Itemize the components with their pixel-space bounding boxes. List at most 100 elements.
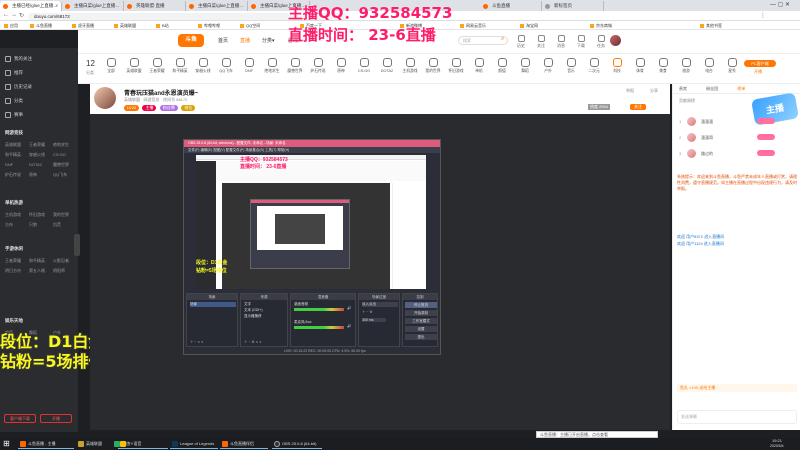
transition-add-icon[interactable]: ＋ − ⚙: [362, 310, 373, 315]
browser-tab[interactable]: 主播已经/glue上直播… ×: [0, 1, 62, 11]
taskbar-item[interactable]: OBS 25.0.8 (64-bit): [272, 439, 322, 449]
sidebar-category-link[interactable]: 和平精英: [29, 258, 45, 264]
sidebar-category-link[interactable]: 第五人格: [29, 268, 45, 274]
sidebar-item-recommend[interactable]: 推荐: [5, 70, 23, 76]
dock-toolbar-icon[interactable]: ＋ − ∧ ∨: [190, 340, 204, 345]
start-icon[interactable]: ⊞: [3, 439, 10, 448]
category-item[interactable]: 旅游: [675, 58, 697, 74]
sidebar-category-link[interactable]: 只狼: [29, 222, 37, 228]
search-icon[interactable]: ⌕: [501, 36, 504, 43]
rank-row[interactable]: 3 路过的: [679, 148, 795, 160]
sidebar-item-events[interactable]: 赛事: [5, 112, 23, 118]
sidebar-item-history[interactable]: 历史记录: [5, 84, 32, 90]
start-record-button[interactable]: 开始录制: [405, 310, 437, 316]
speaker-icon[interactable]: 🔊: [347, 324, 351, 328]
download-icon[interactable]: 下载: [571, 35, 591, 49]
taskbar-item[interactable]: 斗鱼直播伴侣: [220, 439, 268, 449]
speaker-icon[interactable]: 🔊: [347, 306, 351, 310]
category-item[interactable]: 王者荣耀: [146, 58, 168, 74]
source-item[interactable]: 显示器捕获: [244, 314, 262, 319]
douyu-logo[interactable]: 斗鱼: [178, 34, 204, 47]
back-icon[interactable]: ←: [3, 12, 9, 18]
sidebar-category-link[interactable]: 王者荣耀: [5, 258, 21, 264]
rank-row[interactable]: 1 溜溜溜: [679, 116, 795, 128]
chat-input[interactable]: 发送弹幕: [677, 410, 797, 424]
browser-tab[interactable]: 英雄联盟·直播: [124, 1, 186, 11]
window-controls-icon[interactable]: — ▢ ✕: [770, 1, 790, 8]
client-download-button[interactable]: 客户端下载: [4, 414, 36, 423]
nav-home[interactable]: 首页: [218, 37, 228, 44]
category-item[interactable]: 魔兽世界: [284, 58, 306, 74]
reload-icon[interactable]: ↻: [19, 12, 24, 19]
nav-live[interactable]: 直播: [240, 37, 250, 44]
category-item[interactable]: 全部: [100, 58, 122, 74]
category-item[interactable]: DNF: [238, 58, 260, 73]
sidebar-category-link[interactable]: QQ飞车: [53, 172, 67, 178]
sidebar-category-link[interactable]: 主机游戏: [5, 212, 21, 218]
sidebar-category-link[interactable]: 方舟: [5, 222, 13, 228]
category-item[interactable]: 星秀: [721, 58, 743, 74]
sidebar-category-link[interactable]: 阴阳师: [53, 268, 65, 274]
follow-button[interactable]: 关注: [630, 104, 646, 110]
sidebar-category-link[interactable]: 火影忍者: [53, 258, 69, 264]
category-item[interactable]: 科技: [606, 58, 628, 74]
category-item[interactable]: QQ飞车: [215, 58, 237, 74]
taskbar-item[interactable]: 斗鱼直播 - 主播: [18, 439, 74, 449]
taskbar-item[interactable]: League of Legends: [170, 439, 218, 449]
streamer-avatar[interactable]: [94, 87, 116, 109]
avatar[interactable]: [610, 35, 621, 46]
bookmark[interactable]: 京东商城: [590, 22, 612, 29]
category-item[interactable]: 穿越火线: [192, 58, 214, 74]
transition-select[interactable]: 淡入淡出: [362, 302, 398, 307]
category-item[interactable]: 音乐: [560, 58, 582, 74]
category-item[interactable]: 体育: [629, 58, 651, 74]
notification-popup[interactable]: 斗鱼直播：主播已开启直播，点击查看: [536, 431, 658, 438]
sidebar-category-link[interactable]: 怀旧游戏: [29, 212, 45, 218]
settings-button[interactable]: 设置: [405, 326, 437, 332]
bookmark[interactable]: 淘宝网: [520, 22, 538, 29]
category-item[interactable]: 美食: [652, 58, 674, 74]
category-item[interactable]: DOTA2: [376, 58, 398, 73]
category-item[interactable]: 怀旧游戏: [445, 58, 467, 74]
extensions-icon[interactable]: ⋮: [760, 12, 766, 19]
history-icon[interactable]: 历史: [511, 35, 531, 49]
source-item[interactable]: 文字: [244, 302, 251, 307]
browser-tab[interactable]: 主播白菜/glue上直播…: [186, 1, 248, 11]
rank-row[interactable]: 2 溜溜哥: [679, 132, 795, 144]
browser-tab[interactable]: 主播白菜/glue上直播…: [62, 1, 124, 11]
taskbar-item[interactable]: YY语音: [118, 439, 168, 449]
dock-toolbar-icon[interactable]: ＋ − ⚙ ∧ ∨: [244, 340, 262, 345]
bookmark[interactable]: 网易云音乐: [460, 22, 486, 29]
category-item[interactable]: 主机游戏: [399, 58, 421, 74]
sidebar-category-link[interactable]: 绝地求生: [53, 142, 69, 148]
gift-bar[interactable]: 鱼丸 ×100 送给主播: [677, 384, 797, 392]
sidebar-category-link[interactable]: CS:GO: [53, 152, 66, 157]
transition-duration-input[interactable]: 300 ms: [362, 318, 386, 322]
tab-rank[interactable]: 榜单: [737, 86, 745, 91]
sidebar-category-link[interactable]: 原神: [29, 172, 37, 178]
nav-category[interactable]: 分类▾: [262, 37, 275, 44]
bookmark[interactable]: B站: [156, 22, 169, 29]
category-item[interactable]: 单机: [468, 58, 490, 74]
category-item[interactable]: 绝地求生: [261, 58, 283, 74]
obs-menu-bar[interactable]: 文件(F) 编辑(E) 视图(V) 配置文件(P) 场景集合(S) 工具(T) …: [184, 147, 440, 153]
bookmark[interactable]: 虎牙直播: [72, 22, 94, 29]
sidebar-item-category[interactable]: 分类: [5, 98, 23, 104]
source-item[interactable]: 文本 (GDI+): [244, 308, 263, 313]
taskbar-item[interactable]: 英雄联盟: [76, 439, 110, 449]
pc-download-button[interactable]: PC客户端: [744, 60, 776, 67]
category-item[interactable]: 炉石传说: [307, 58, 329, 74]
bookmark[interactable]: 哔哩哔哩: [198, 22, 220, 29]
sidebar-category-link[interactable]: DNF: [5, 162, 13, 167]
sidebar-category-link[interactable]: 饥荒: [53, 222, 61, 228]
report-link[interactable]: 举报: [626, 88, 634, 94]
message-icon[interactable]: 消息: [551, 35, 571, 49]
category-item[interactable]: 我的世界: [422, 58, 444, 74]
video-player[interactable]: OBS 25.0.8 (64-bit, windows) - 配置文件: 未命名…: [90, 114, 670, 430]
sidebar-category-link[interactable]: 明日方舟: [5, 268, 21, 274]
category-item[interactable]: 电台: [698, 58, 720, 74]
category-item[interactable]: 和平精英: [169, 58, 191, 74]
scene-item[interactable]: 场景: [190, 302, 236, 307]
category-item[interactable]: 户外: [537, 58, 559, 74]
category-item[interactable]: 原神: [330, 58, 352, 74]
